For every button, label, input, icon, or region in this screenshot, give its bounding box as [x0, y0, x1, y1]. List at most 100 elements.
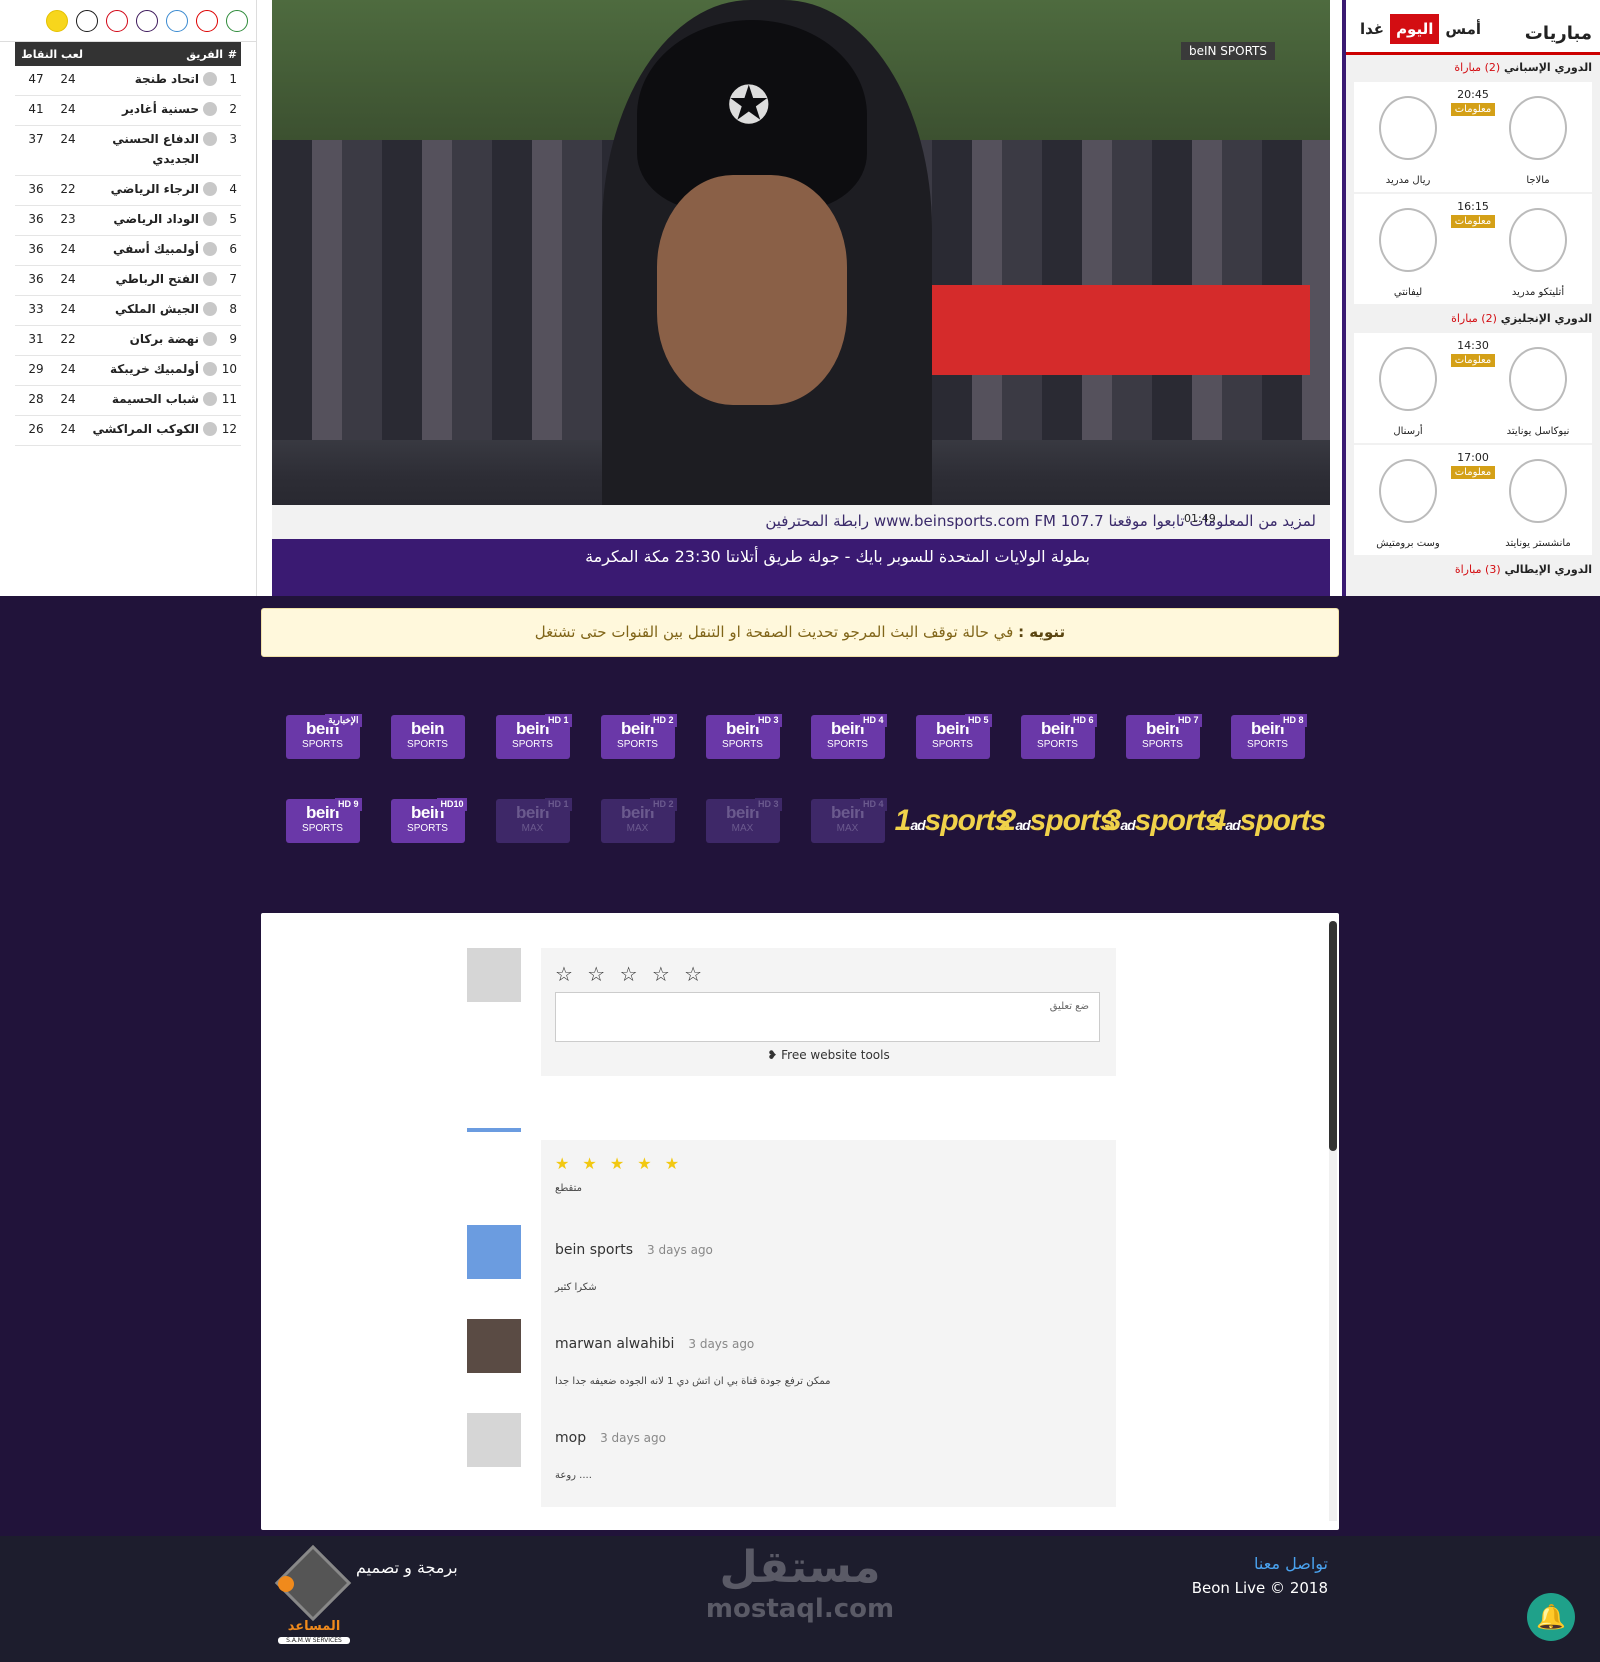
channel-button[interactable]: bein MAX HD 1 — [480, 779, 585, 863]
channel-button[interactable]: bein MAX HD 3 — [690, 779, 795, 863]
match-info-badge[interactable]: معلومات — [1450, 466, 1496, 479]
league-heading[interactable]: الدوري الإنجليزي (2) مباراة — [1346, 306, 1600, 331]
tab-tomorrow[interactable]: غدا — [1354, 14, 1390, 44]
bein-logo-icon: bein SPORTS HD 3 — [705, 714, 782, 759]
comment-user[interactable]: mop — [555, 1430, 586, 1446]
standings-row[interactable]: 2 حسنية أغادير 24 41 — [15, 96, 241, 126]
league-logo[interactable] — [166, 9, 188, 32]
channel-button[interactable]: 3adsports — [1105, 779, 1222, 863]
channel-button[interactable]: bein SPORTS HD10 — [375, 779, 480, 863]
channel-button[interactable]: bein SPORTS HD 7 — [1110, 695, 1215, 779]
news-ticker: لمزيد من المعلومات تابعوا موقعنا www.bei… — [272, 505, 1330, 539]
match-info-badge[interactable]: معلومات — [1450, 354, 1496, 367]
comment-user[interactable]: bein sports — [555, 1242, 633, 1258]
channel-button[interactable]: bein SPORTS HD 5 — [900, 695, 1005, 779]
comment-box: mop 3 days ago روعة .... — [541, 1413, 1116, 1507]
user-avatar[interactable] — [467, 1319, 521, 1373]
channel-sub: MAX — [731, 823, 754, 834]
comments-scrollbar[interactable] — [1329, 921, 1337, 1521]
league-logo[interactable] — [46, 9, 68, 32]
comment-user[interactable]: marwan alwahibi — [555, 1336, 674, 1352]
match-info-badge[interactable]: معلومات — [1450, 103, 1496, 116]
channel-button[interactable]: bein SPORTS HD 2 — [585, 695, 690, 779]
league-logo[interactable] — [106, 9, 128, 32]
league-logo[interactable] — [76, 9, 98, 32]
league-logo[interactable] — [226, 9, 248, 32]
tab-yesterday[interactable]: أمس — [1439, 14, 1487, 44]
channel-button[interactable]: bein SPORTS HD 4 — [795, 695, 900, 779]
channel-button[interactable]: bein SPORTS HD 9 — [270, 779, 375, 863]
footer-contact: تواصل معنا Beon Live © 2018 — [1192, 1554, 1328, 1597]
league-heading[interactable]: الدوري الإيطالي (3) مباراة — [1346, 557, 1600, 582]
free-tools-link[interactable]: ❥ Free website tools — [555, 1048, 1102, 1062]
channel-button[interactable]: bein MAX HD 2 — [585, 779, 690, 863]
ad-channel-num: 2 — [999, 804, 1017, 837]
contact-link[interactable]: تواصل معنا — [1254, 1554, 1328, 1573]
standings-row[interactable]: 4 الرجاء الرياضي 22 36 — [15, 176, 241, 206]
team-crest-icon — [203, 362, 217, 376]
match-card[interactable]: مالاجا 20:45 معلومات ريال مدريد — [1354, 82, 1592, 192]
channel-sub: MAX — [521, 823, 544, 834]
team-rank: 8 — [229, 302, 237, 316]
league-logo[interactable] — [196, 9, 218, 32]
league-heading[interactable]: الدوري الإسباني (2) مباراة — [1346, 55, 1600, 80]
rating-stars[interactable]: ☆ ☆ ☆ ☆ ☆ — [555, 962, 1102, 986]
team-played: 22 — [60, 182, 76, 196]
compose-box: ☆ ☆ ☆ ☆ ☆ ضع تعليق ❥ Free website tools — [541, 948, 1116, 1076]
match-time: 17:00 — [1457, 451, 1489, 464]
channel-button[interactable]: bein SPORTS HD 1 — [480, 695, 585, 779]
team-crest-icon — [203, 102, 217, 116]
league-logo-bar — [0, 0, 256, 42]
standings-row[interactable]: 6 أولمبيك أسفي 24 36 — [15, 236, 241, 266]
tab-today[interactable]: اليوم — [1390, 14, 1440, 44]
channel-button[interactable]: bein SPORTS — [375, 695, 480, 779]
standings-row[interactable]: 7 الفتح الرباطي 24 36 — [15, 266, 241, 296]
channel-button[interactable]: bein SPORTS HD 3 — [690, 695, 795, 779]
channel-hd: HD10 — [437, 798, 467, 811]
standings-row[interactable]: 1 اتحاد طنجة 24 47 — [15, 66, 241, 96]
user-avatar[interactable] — [467, 1413, 521, 1467]
standings-row[interactable]: 5 الوداد الرياضي 23 36 — [15, 206, 241, 236]
channel-button[interactable]: bein SPORTS الإخبارية — [270, 695, 375, 779]
video-player[interactable]: ✪ beIN SPORTS لمزيد من المعلومات تابعوا … — [272, 0, 1330, 596]
home-team-logo-icon — [1509, 208, 1567, 272]
league-logo[interactable] — [136, 9, 158, 32]
standings-row[interactable]: 10 أولمبيك خريبكة 24 29 — [15, 356, 241, 386]
channel-button[interactable]: bein MAX HD 4 — [795, 779, 900, 863]
user-avatar[interactable] — [467, 1225, 521, 1279]
user-avatar[interactable] — [467, 1128, 521, 1132]
match-card[interactable]: مانشستر يونايتد 17:00 معلومات وست برومتيش — [1354, 445, 1592, 555]
designer-logo[interactable]: المساعد S.A.M.W SERVICES — [274, 1544, 352, 1644]
match-time: 20:45 — [1457, 88, 1489, 101]
match-time: 14:30 — [1457, 339, 1489, 352]
channel-sub: MAX — [626, 823, 649, 834]
played-header: لعب — [61, 47, 83, 61]
channel-button[interactable]: 1adsports — [895, 779, 1012, 863]
logo-sub: S.A.M.W SERVICES — [278, 1637, 350, 1644]
channel-brand: bein — [411, 719, 444, 738]
standings-row[interactable]: 3 الدفاع الحسني الجديدي 24 37 — [15, 126, 241, 176]
match-info-badge[interactable]: معلومات — [1450, 215, 1496, 228]
channel-button[interactable]: bein SPORTS HD 6 — [1005, 695, 1110, 779]
team-played: 24 — [60, 72, 76, 86]
channel-button[interactable]: 4adsports — [1210, 779, 1327, 863]
team-crest-icon — [203, 272, 217, 286]
team-crest-icon — [203, 72, 217, 86]
standings-row[interactable]: 11 شباب الحسيمة 24 28 — [15, 386, 241, 416]
comment-input[interactable]: ضع تعليق — [555, 992, 1100, 1042]
channel-button[interactable]: 2adsports — [1000, 779, 1117, 863]
match-card[interactable]: نيوكاسل يونايتد 14:30 معلومات أرسنال — [1354, 333, 1592, 443]
comment-box: ★ ★ ★ ★ ★ متقطع — [541, 1140, 1116, 1234]
standings-row[interactable]: 12 الكوكب المراكشي 24 26 — [15, 416, 241, 446]
rating-stars: ★ ★ ★ ★ ★ — [555, 1154, 684, 1173]
team-rank: 2 — [229, 102, 237, 116]
channel-button[interactable]: bein SPORTS HD 8 — [1215, 695, 1320, 779]
standings-row[interactable]: 9 نهضة بركان 22 31 — [15, 326, 241, 356]
notification-bell-icon[interactable]: 🔔 — [1527, 1593, 1575, 1641]
channel-hd: HD 1 — [544, 714, 572, 727]
standings-row[interactable]: 8 الجيش الملكي 24 33 — [15, 296, 241, 326]
league-name: الدوري الإنجليزي — [1500, 312, 1592, 325]
scrollbar-thumb[interactable] — [1329, 921, 1337, 1151]
match-card[interactable]: أتليتكو مدريد 16:15 معلومات ليفانتي — [1354, 194, 1592, 304]
team-crest-icon — [203, 132, 217, 146]
